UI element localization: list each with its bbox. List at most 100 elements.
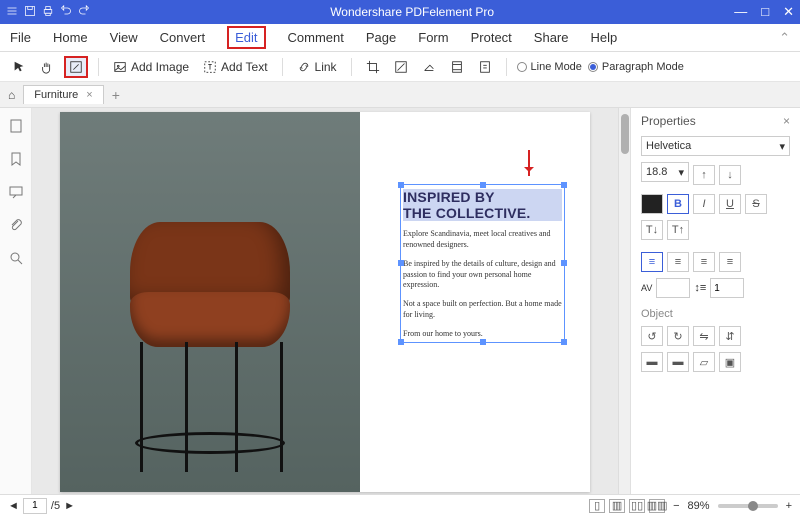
paragraph-mode-radio[interactable]: Paragraph Mode — [588, 61, 684, 73]
vertical-scrollbar[interactable] — [618, 108, 630, 494]
menu-edit[interactable]: Edit — [227, 26, 265, 49]
zoom-out-button[interactable]: − — [673, 500, 679, 512]
tab-close-icon[interactable]: × — [86, 89, 92, 101]
selected-text-box[interactable]: INSPIRED BY THE COLLECTIVE. Explore Scan… — [400, 184, 565, 343]
rotate-left-button[interactable]: ↺ — [641, 326, 663, 346]
search-icon[interactable] — [8, 250, 24, 269]
panel-close-icon[interactable]: × — [783, 114, 790, 128]
print-icon[interactable] — [42, 5, 54, 20]
zoom-slider[interactable] — [718, 504, 778, 508]
font-color-swatch[interactable] — [641, 194, 663, 214]
font-size-select[interactable]: 18.8▾ — [641, 162, 689, 182]
view-cont-facing-icon[interactable]: ▥▥ — [649, 499, 665, 513]
smaller-text-button[interactable]: T↓ — [641, 220, 663, 240]
prev-page-button[interactable]: ◄ — [8, 500, 19, 512]
object-section-title: Object — [641, 308, 790, 320]
menu-help[interactable]: Help — [591, 30, 618, 45]
align-center-button[interactable]: ≡ — [667, 252, 689, 272]
menu-page[interactable]: Page — [366, 30, 396, 45]
new-tab-button[interactable]: + — [112, 87, 120, 103]
page-input[interactable] — [23, 498, 47, 514]
larger-text-button[interactable]: T↑ — [667, 220, 689, 240]
view-continuous-icon[interactable]: ▥ — [609, 499, 625, 513]
menu-view[interactable]: View — [110, 30, 138, 45]
titlebar: Wondershare PDFelement Pro — □ ✕ — [0, 0, 800, 24]
watermark-tool[interactable] — [390, 57, 412, 77]
line-spacing-icon: ↕≡ — [694, 282, 706, 294]
align-right-button[interactable]: ≡ — [693, 252, 715, 272]
close-icon[interactable]: ✕ — [783, 4, 794, 20]
heading-line1[interactable]: INSPIRED BY — [403, 189, 562, 205]
menu-convert[interactable]: Convert — [160, 30, 206, 45]
menu-protect[interactable]: Protect — [471, 30, 512, 45]
body-p3[interactable]: Not a space built on perfection. But a h… — [403, 299, 562, 321]
background-tool[interactable] — [418, 57, 440, 77]
line-spacing-input[interactable] — [710, 278, 744, 298]
left-rail — [0, 108, 32, 494]
link-button[interactable]: Link — [293, 57, 341, 77]
view-single-icon[interactable]: ▯ — [589, 499, 605, 513]
align-left-button[interactable]: ≡ — [641, 252, 663, 272]
minimize-icon[interactable]: — — [734, 4, 747, 20]
attachment-icon[interactable] — [8, 217, 24, 236]
app-title: Wondershare PDFelement Pro — [90, 5, 734, 19]
bold-button[interactable]: B — [667, 194, 689, 214]
pdf-page: INSPIRED BY THE COLLECTIVE. Explore Scan… — [60, 112, 590, 492]
maximize-icon[interactable]: □ — [761, 4, 769, 20]
italic-button[interactable]: I — [693, 194, 715, 214]
strike-button[interactable]: S — [745, 194, 767, 214]
align-obj-center-button[interactable]: ▬ — [667, 352, 689, 372]
add-text-button[interactable]: Add Text — [199, 57, 271, 77]
font-select[interactable]: Helvetica▾ — [641, 136, 790, 156]
home-icon[interactable]: ⌂ — [8, 88, 15, 102]
statusbar: ◄ /5 ► ▯ ▥ ▯▯ ▥▥ − 89% + — [0, 494, 800, 516]
line-mode-radio[interactable]: Line Mode — [517, 61, 582, 73]
body-p1[interactable]: Explore Scandinavia, meet local creative… — [403, 229, 562, 251]
redo-icon[interactable] — [78, 5, 90, 20]
heading-line2[interactable]: THE COLLECTIVE. — [403, 205, 562, 221]
rotate-right-button[interactable]: ↻ — [667, 326, 689, 346]
view-facing-icon[interactable]: ▯▯ — [629, 499, 645, 513]
menu-icon[interactable] — [6, 5, 18, 20]
menu-home[interactable]: Home — [53, 30, 88, 45]
replace-image-button[interactable]: ▣ — [719, 352, 741, 372]
save-icon[interactable] — [24, 5, 36, 20]
extract-image-button[interactable]: ▱ — [693, 352, 715, 372]
subscript-button[interactable]: ↓ — [719, 165, 741, 185]
align-obj-left-button[interactable]: ▬ — [641, 352, 663, 372]
add-image-button[interactable]: Add Image — [109, 57, 193, 77]
annotation-arrow — [528, 150, 530, 176]
hand-tool[interactable] — [36, 57, 58, 77]
page-image — [60, 112, 360, 492]
header-footer-tool[interactable] — [446, 57, 468, 77]
select-tool[interactable] — [8, 57, 30, 77]
tab-furniture[interactable]: Furniture× — [23, 85, 103, 104]
undo-icon[interactable] — [60, 5, 72, 20]
bates-tool[interactable] — [474, 57, 496, 77]
zoom-in-button[interactable]: + — [786, 500, 792, 512]
collapse-ribbon-icon[interactable]: ⌃ — [779, 30, 790, 46]
thumbnail-icon[interactable] — [8, 118, 24, 137]
annotation-icon[interactable] — [8, 184, 24, 203]
flip-v-button[interactable]: ⇵ — [719, 326, 741, 346]
menu-form[interactable]: Form — [418, 30, 448, 45]
bookmark-icon[interactable] — [8, 151, 24, 170]
flip-h-button[interactable]: ⇋ — [693, 326, 715, 346]
panel-title: Properties — [641, 114, 696, 128]
zoom-value: 89% — [688, 500, 710, 512]
menu-share[interactable]: Share — [534, 30, 569, 45]
align-justify-button[interactable]: ≡ — [719, 252, 741, 272]
menu-file[interactable]: File — [10, 30, 31, 45]
next-page-button[interactable]: ► — [64, 500, 75, 512]
superscript-button[interactable]: ↑ — [693, 165, 715, 185]
edit-toolbar: Add Image Add Text Link Line Mode Paragr… — [0, 52, 800, 82]
menu-comment[interactable]: Comment — [288, 30, 344, 45]
canvas[interactable]: INSPIRED BY THE COLLECTIVE. Explore Scan… — [32, 108, 618, 494]
quick-tools — [6, 5, 90, 20]
char-spacing-input[interactable] — [656, 278, 690, 298]
crop-tool[interactable] — [362, 57, 384, 77]
body-p2[interactable]: Be inspired by the details of culture, d… — [403, 259, 562, 291]
edit-tool[interactable] — [64, 56, 88, 78]
underline-button[interactable]: U — [719, 194, 741, 214]
char-spacing-icon: AV — [641, 283, 652, 293]
